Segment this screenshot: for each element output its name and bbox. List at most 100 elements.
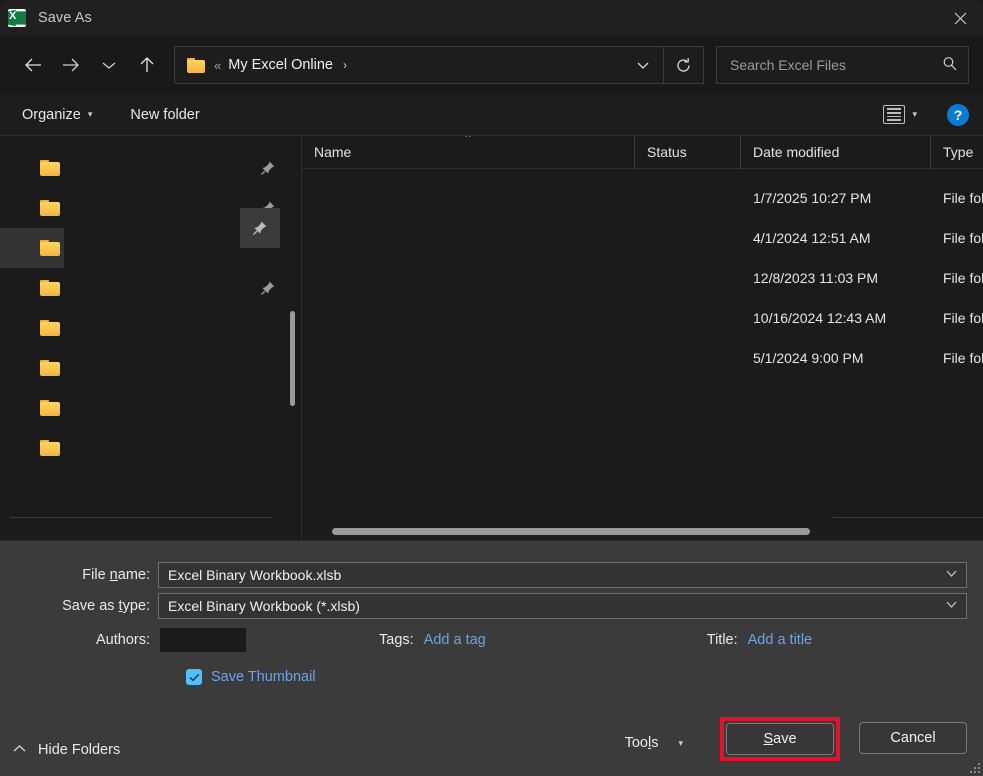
table-row[interactable]: 10/16/2024 12:43 AM File fol (302, 298, 983, 338)
cell-status (635, 258, 741, 298)
column-header-name[interactable]: ˄ Name (302, 136, 635, 169)
authors-field[interactable] (160, 628, 246, 652)
excel-icon (8, 9, 26, 27)
pin-icon-selected[interactable] (240, 208, 280, 248)
file-name-row: File name: Excel Binary Workbook.xlsb (0, 562, 967, 588)
save-thumbnail-row[interactable]: Save Thumbnail (186, 669, 316, 685)
file-name-input[interactable]: Excel Binary Workbook.xlsb (158, 562, 967, 588)
cell-type: File fol (943, 310, 983, 326)
cell-status (635, 178, 741, 218)
cell-status (635, 338, 741, 378)
cell-name (302, 298, 635, 338)
table-row[interactable]: 5/1/2024 9:00 PM File fol (302, 338, 983, 378)
sidebar-item[interactable] (0, 308, 301, 348)
back-icon[interactable] (14, 48, 52, 82)
address-dropdown-icon[interactable] (623, 47, 663, 83)
save-options-panel: File name: Excel Binary Workbook.xlsb Sa… (0, 540, 983, 776)
save-as-type-row: Save as type: Excel Binary Workbook (*.x… (0, 593, 967, 619)
chevron-down-icon: ▾ (87, 109, 93, 119)
save-as-type-select[interactable]: Excel Binary Workbook (*.xlsb) (158, 593, 967, 619)
column-header-type[interactable]: Type (931, 136, 983, 169)
table-row[interactable]: 4/1/2024 12:51 AM File fol (302, 218, 983, 258)
folder-icon (40, 279, 60, 297)
refresh-icon[interactable] (664, 46, 704, 84)
add-tag-link[interactable]: Add a tag (424, 632, 486, 648)
breadcrumb-arrow-icon[interactable]: › (343, 58, 347, 72)
sidebar-item[interactable] (0, 148, 301, 188)
pin-icon[interactable] (257, 277, 279, 299)
window-title: Save As (38, 10, 92, 26)
column-header-date-modified[interactable]: Date modified (741, 136, 931, 169)
column-header-status[interactable]: Status (635, 136, 741, 169)
breadcrumb-current[interactable]: My Excel Online (228, 57, 333, 73)
column-label: Name (314, 144, 352, 160)
tools-label: Tools (624, 735, 659, 751)
chevron-down-icon: ▾ (912, 109, 917, 119)
cell-name (302, 218, 635, 258)
cancel-button-wrapper: Cancel (859, 722, 967, 754)
title-label: Title: (706, 632, 738, 648)
breadcrumb-overflow[interactable]: « (214, 58, 221, 73)
search-input[interactable]: Search Excel Files (730, 57, 942, 73)
file-list-horizontal-scrollbar[interactable] (332, 528, 810, 535)
column-label: Status (647, 144, 687, 160)
cell-name (302, 338, 635, 378)
save-thumbnail-checkbox[interactable] (186, 669, 202, 685)
hide-folders-button[interactable]: Hide Folders (12, 742, 120, 758)
folder-icon (187, 57, 205, 73)
recent-locations-icon[interactable] (90, 48, 128, 82)
cell-type: File fol (943, 270, 983, 286)
search-icon[interactable] (942, 56, 958, 75)
chevron-down-icon: ▾ (678, 737, 683, 748)
table-row[interactable]: 12/8/2023 11:03 PM File fol (302, 258, 983, 298)
sidebar-item[interactable] (0, 388, 301, 428)
view-options-button[interactable]: ▾ (875, 101, 925, 128)
navigation-pane (0, 136, 302, 540)
sidebar-divider (10, 517, 273, 518)
folder-icon (40, 159, 60, 177)
chevron-down-icon[interactable] (945, 569, 958, 581)
cell-type: File fol (943, 190, 983, 206)
resize-grip[interactable] (968, 761, 980, 773)
metadata-row: Authors: Tags: Add a tag Title: Add a ti… (0, 628, 967, 652)
close-icon[interactable] (937, 0, 983, 36)
file-name-label: File name: (82, 567, 150, 583)
forward-icon[interactable] (52, 48, 90, 82)
cell-date: 4/1/2024 12:51 AM (753, 230, 871, 246)
table-row[interactable]: 1/7/2025 10:27 PM File fol (302, 178, 983, 218)
sidebar-item-selected[interactable] (0, 228, 64, 268)
list-view-icon (883, 105, 906, 124)
save-thumbnail-label[interactable]: Save Thumbnail (211, 669, 316, 685)
save-button-highlight: Save (720, 717, 840, 761)
sidebar-item[interactable] (0, 428, 301, 468)
tags-label: Tags: (379, 632, 414, 648)
file-list-pane: ˄ Name Status Date modified Type 1/7/202… (302, 136, 983, 540)
cell-status (635, 298, 741, 338)
list-divider (833, 517, 983, 518)
save-button[interactable]: Save (726, 723, 834, 755)
column-header-row: ˄ Name Status Date modified Type (302, 136, 983, 169)
new-folder-button[interactable]: New folder (122, 103, 207, 127)
sidebar-item[interactable] (0, 268, 301, 308)
chevron-down-icon[interactable] (945, 600, 958, 612)
sidebar-scrollbar[interactable] (290, 311, 295, 406)
column-label: Type (943, 144, 974, 160)
file-name-value[interactable]: Excel Binary Workbook.xlsb (168, 567, 945, 583)
cell-date: 12/8/2023 11:03 PM (753, 270, 879, 286)
cell-status (635, 218, 741, 258)
search-box[interactable]: Search Excel Files (716, 46, 969, 84)
cell-type: File fol (943, 350, 983, 366)
add-title-link[interactable]: Add a title (748, 632, 813, 648)
cell-type: File fol (943, 230, 983, 246)
save-as-type-value[interactable]: Excel Binary Workbook (*.xlsb) (168, 598, 945, 614)
cancel-button[interactable]: Cancel (859, 722, 967, 754)
pin-icon[interactable] (257, 157, 279, 179)
organize-button[interactable]: Organize ▾ (14, 103, 100, 127)
up-icon[interactable] (128, 48, 166, 82)
tools-button[interactable]: Tools ▾ (625, 735, 683, 751)
help-button[interactable]: ? (947, 103, 969, 126)
address-bar[interactable]: « My Excel Online › (174, 46, 664, 84)
navigation-bar: « My Excel Online › Search Excel Files (0, 36, 983, 94)
content-area: ˄ Name Status Date modified Type 1/7/202… (0, 136, 983, 540)
sidebar-item[interactable] (0, 348, 301, 388)
